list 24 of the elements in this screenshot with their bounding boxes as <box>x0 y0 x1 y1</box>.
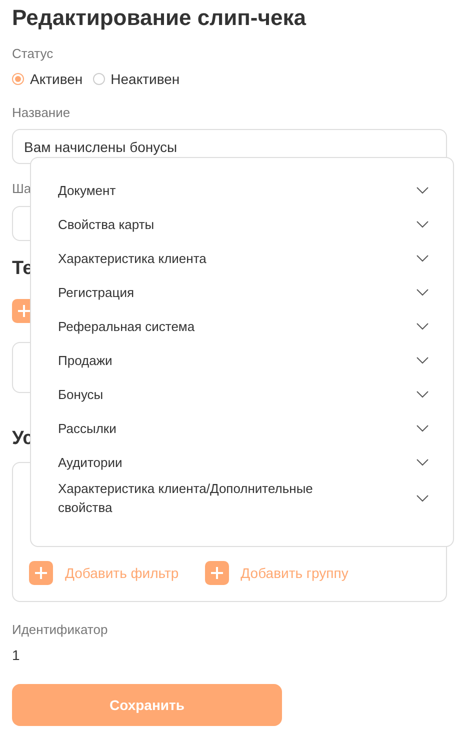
field-value: 1 <box>12 647 21 663</box>
page-title: Редактирование слип-чека <box>12 4 308 32</box>
plus-icon <box>34 566 48 580</box>
field-label: Идентификатор <box>12 622 108 638</box>
radio-label: Неактивен <box>110 71 180 87</box>
menu-item[interactable]: Рассылки <box>58 411 429 445</box>
menu-item[interactable]: Характеристика клиента <box>58 241 429 275</box>
radio-option[interactable]: Неактивен <box>92 71 180 87</box>
menu-item[interactable]: Продажи <box>58 343 429 377</box>
menu-item[interactable]: Свойства карты <box>58 207 429 241</box>
menu-item[interactable]: Регистрация <box>58 275 429 309</box>
menu-item[interactable]: Реферальная система <box>58 309 429 343</box>
radio-icon[interactable] <box>12 73 24 85</box>
menu-item[interactable]: Аудитории <box>58 445 429 479</box>
plus-icon <box>210 566 224 580</box>
menu-item[interactable]: Бонусы <box>58 377 429 411</box>
radio-option[interactable]: Активен <box>12 71 83 87</box>
radio-icon[interactable] <box>92 73 105 85</box>
menu-item[interactable]: Характеристика клиента/Дополнительные свойства <box>58 479 429 517</box>
menu-item[interactable]: Документ <box>58 173 429 207</box>
field-label: Название <box>12 105 70 121</box>
radio-label: Активен <box>30 71 83 87</box>
field-label: Статус <box>12 46 54 62</box>
field-label: Ша <box>12 181 32 197</box>
